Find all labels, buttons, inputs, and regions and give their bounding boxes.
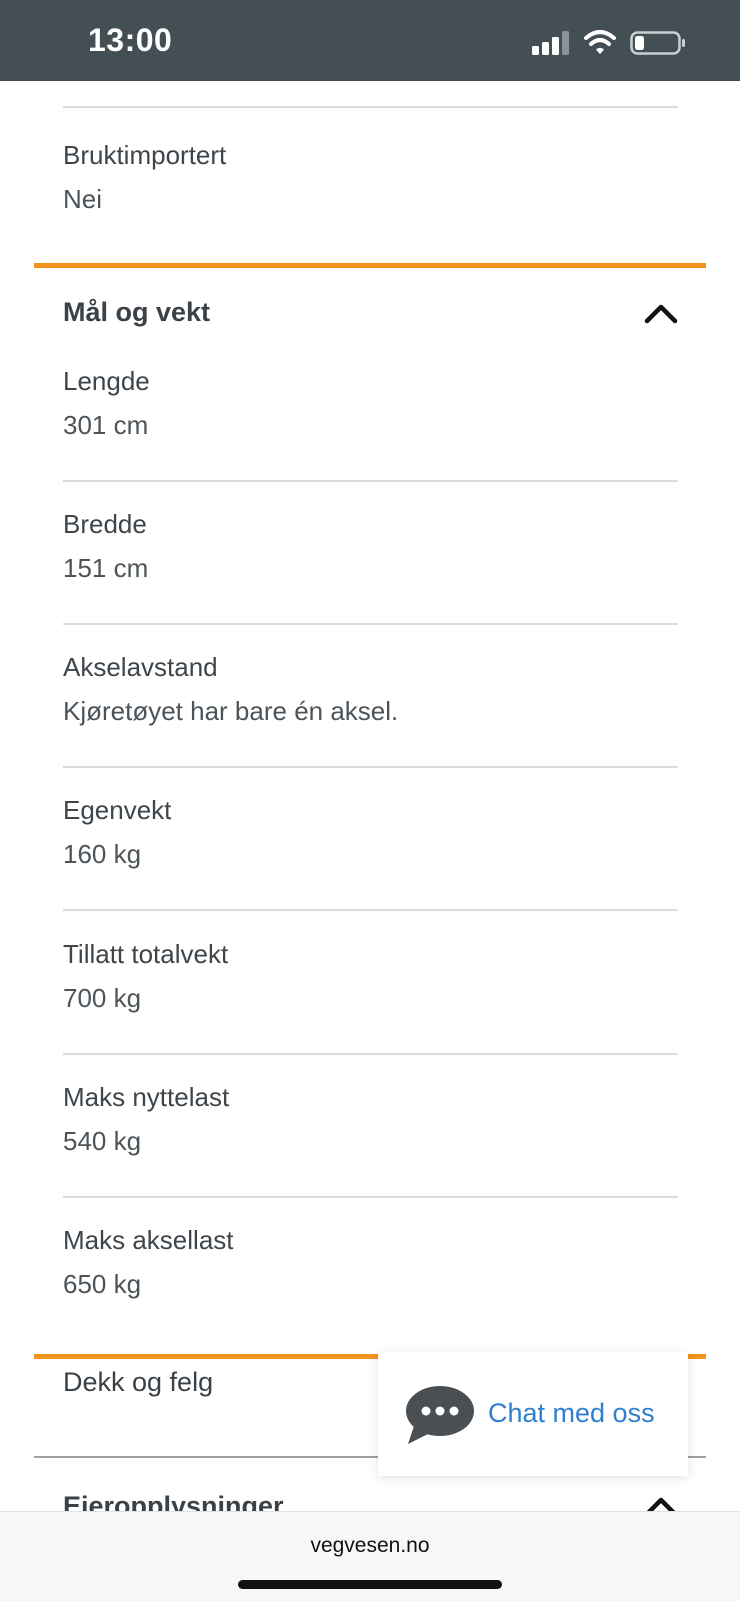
field-label-bredde: Bredde (63, 509, 147, 539)
field-label-akselavstand: Akselavstand (63, 652, 218, 682)
field-value-egenvekt: 160 kg (63, 839, 142, 869)
field-label-egenvekt: Egenvekt (63, 795, 172, 825)
field-value-maks-nyttelast: 540 kg (63, 1126, 142, 1156)
field-value-akselavstand: Kjøretøyet har bare én aksel. (63, 696, 399, 726)
wifi-icon (584, 30, 616, 54)
field-label-bruktimportert: Bruktimportert (63, 140, 227, 170)
field-label-lengde: Lengde (63, 366, 150, 396)
status-bar: 13:00 (0, 0, 740, 81)
divider (63, 623, 678, 625)
section-title-eieropplysninger: Eieropplysninger (63, 1491, 284, 1511)
url-text[interactable]: vegvesen.no (0, 1534, 740, 1558)
field-label-maks-nyttelast: Maks nyttelast (63, 1082, 230, 1112)
field-value-tillatt-totalvekt: 700 kg (63, 983, 142, 1013)
section-title-dekk-og-felg: Dekk og felg (63, 1367, 214, 1397)
status-time: 13:00 (88, 22, 173, 58)
divider (63, 909, 678, 911)
field-value-lengde: 301 cm (63, 410, 149, 440)
vehicle-info-content[interactable]: Bruktimportert Nei Mål og vekt Lengde 30… (0, 81, 740, 1511)
signal-icon (532, 31, 569, 55)
chat-bubble-icon (406, 1386, 474, 1444)
field-value-maks-aksellast: 650 kg (63, 1269, 142, 1299)
home-indicator[interactable] (238, 1580, 502, 1589)
divider (63, 1196, 678, 1198)
section-title-mal-og-vekt: Mål og vekt (63, 297, 211, 327)
chat-link[interactable]: Chat med oss (488, 1398, 655, 1429)
chevron-up-icon[interactable] (644, 1495, 678, 1511)
divider (63, 480, 678, 482)
field-value-bruktimportert: Nei (63, 184, 103, 214)
battery-icon (630, 31, 685, 55)
divider (63, 1053, 678, 1055)
chevron-up-icon[interactable] (644, 302, 678, 324)
field-label-tillatt-totalvekt: Tillatt totalvekt (63, 939, 229, 969)
divider (63, 106, 678, 108)
chat-widget[interactable]: Chat med oss (378, 1352, 688, 1476)
field-value-bredde: 151 cm (63, 553, 149, 583)
section-separator (34, 263, 706, 268)
field-label-maks-aksellast: Maks aksellast (63, 1225, 234, 1255)
browser-address-bar[interactable]: vegvesen.no (0, 1511, 740, 1601)
divider (63, 766, 678, 768)
